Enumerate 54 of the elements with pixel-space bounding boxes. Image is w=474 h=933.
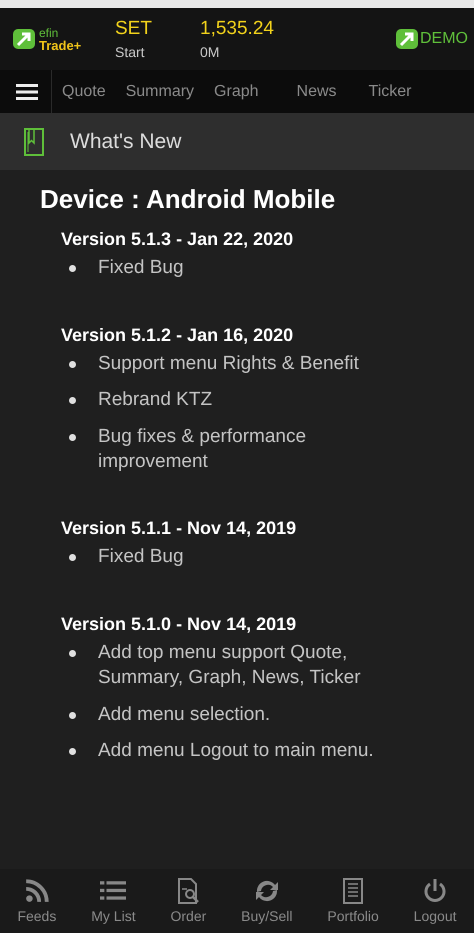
bullet-icon: [69, 748, 76, 756]
document-icon: [343, 878, 364, 904]
version-heading: Version 5.1.1 - Nov 14, 2019: [61, 518, 298, 540]
market-status: Start: [115, 44, 146, 60]
bullet-icon: [69, 434, 76, 442]
rss-icon: [24, 878, 50, 904]
menu-tab[interactable]: Graph: [204, 82, 287, 100]
book-icon: [24, 128, 44, 156]
logo-icon: [12, 27, 36, 51]
nav-label: Buy/Sell: [241, 908, 293, 924]
menu-tab[interactable]: News: [286, 82, 359, 100]
nav-button[interactable]: Buy/Sell: [241, 878, 293, 924]
nav-button[interactable]: My List: [91, 878, 136, 924]
brand-name: Trade+: [39, 38, 82, 52]
bullet-icon: [69, 360, 76, 368]
bullet-icon: [69, 397, 76, 404]
page-title: What's New: [70, 130, 182, 154]
nav-label: Portfolio: [327, 908, 379, 924]
menu-tab[interactable]: Summary: [116, 82, 204, 100]
nav-label: Feeds: [17, 908, 56, 924]
bullet-icon: [69, 712, 76, 718]
change-item: Bug fixes & performance improvement: [98, 425, 308, 474]
change-item: Add top menu support Quote, Summary, Graph, News, Ticker: [98, 641, 362, 690]
nav-label: Logout: [414, 908, 456, 924]
nav-label: Order: [170, 908, 206, 924]
nav-button[interactable]: Order: [170, 878, 206, 924]
change-item: Support menu Rights & Benefit: [98, 352, 359, 376]
version-heading: Version 5.1.2 - Jan 16, 2020: [61, 324, 294, 346]
exchange-icon: [254, 878, 280, 904]
power-icon: [423, 878, 448, 904]
volume-value: 0M: [200, 44, 220, 60]
device-heading: Device : Android Mobile: [40, 184, 336, 215]
nav-button[interactable]: Logout: [414, 878, 456, 924]
change-item: Rebrand KTZ: [98, 388, 212, 412]
change-item: Fixed Bug: [98, 256, 184, 280]
document-search-icon: [177, 878, 200, 904]
bullet-icon: [69, 265, 76, 272]
bullet-icon: [69, 554, 76, 562]
bullet-icon: [69, 650, 76, 658]
menu-tab[interactable]: Quote: [52, 82, 116, 100]
nav-label: My List: [91, 908, 136, 924]
version-heading: Version 5.1.3 - Jan 22, 2020: [61, 229, 294, 250]
nav-button[interactable]: Portfolio: [327, 878, 379, 924]
change-item: Add menu Logout to main menu.: [98, 739, 374, 764]
version-heading: Version 5.1.0 - Nov 14, 2019: [61, 614, 298, 636]
change-item: Add menu selection.: [98, 702, 270, 726]
change-item: Fixed Bug: [98, 545, 184, 570]
mode-label: DEMO: [420, 30, 468, 48]
brand-name: efin: [39, 26, 60, 38]
index-value: 1,535.24: [200, 18, 275, 40]
index-name: SET: [115, 18, 153, 40]
nav-button[interactable]: Feeds: [17, 878, 56, 924]
logo-icon: [395, 27, 419, 51]
menu-tab[interactable]: Ticker: [358, 82, 422, 100]
